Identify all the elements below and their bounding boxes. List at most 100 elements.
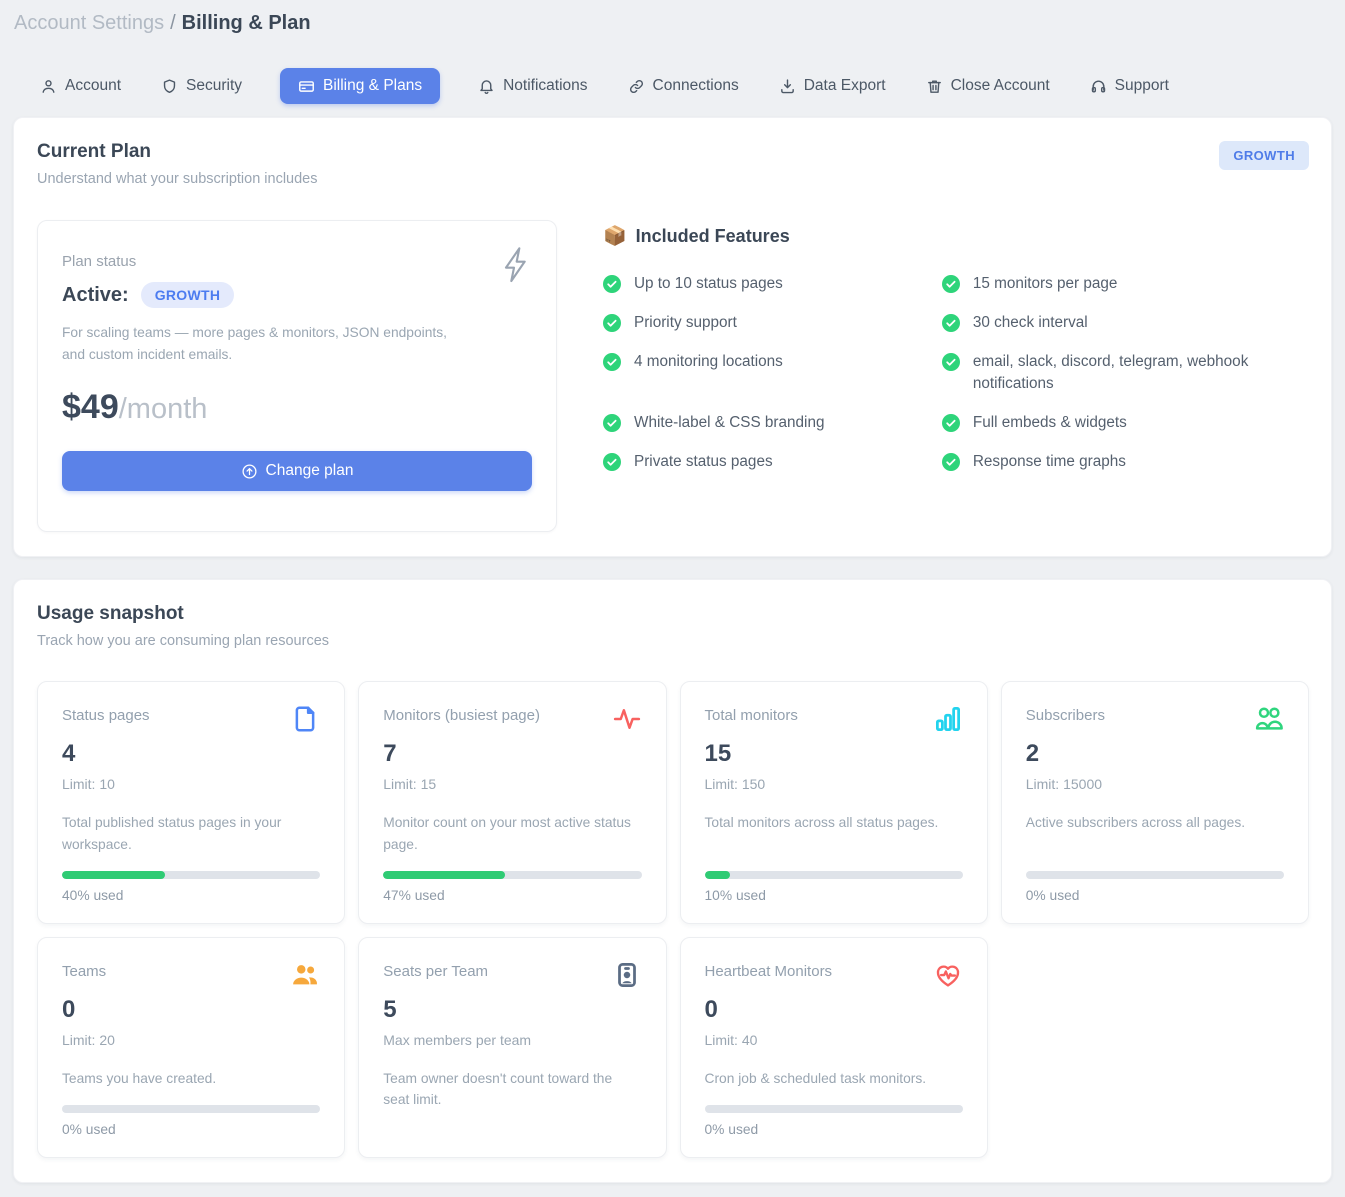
usage-value: 15 <box>705 740 963 768</box>
usage-limit: Limit: 15 <box>383 776 641 792</box>
usage-progress: 10% used <box>705 855 963 903</box>
usage-progress: 0% used <box>705 1089 963 1137</box>
change-plan-label: Change plan <box>266 462 354 480</box>
usage-value: 0 <box>62 996 320 1024</box>
lightning-icon <box>500 245 532 290</box>
feature-label: Full embeds & widgets <box>973 412 1127 434</box>
feature-item: Priority support <box>603 312 942 334</box>
progress-track <box>62 871 320 879</box>
usage-description: Total monitors across all status pages. <box>705 812 963 833</box>
feature-label: 30 check interval <box>973 312 1088 334</box>
check-circle-icon <box>942 314 960 332</box>
check-circle-icon <box>942 353 960 371</box>
feature-item: Response time graphs <box>942 451 1309 473</box>
feature-item: Full embeds & widgets <box>942 412 1309 434</box>
progress-track <box>705 871 963 879</box>
headset-icon <box>1090 78 1107 95</box>
progress-track <box>1026 871 1284 879</box>
usage-percent: 10% used <box>705 888 963 903</box>
current-plan-section: Current Plan Understand what your subscr… <box>13 117 1332 557</box>
feature-item: 30 check interval <box>942 312 1309 334</box>
check-circle-icon <box>603 353 621 371</box>
tab-support[interactable]: Support <box>1088 68 1171 104</box>
usage-card-teams: Teams 0 Limit: 20 Teams you have created… <box>37 937 345 1158</box>
users-filled-icon <box>290 960 320 990</box>
usage-progress: 47% used <box>383 855 641 903</box>
usage-card-status-pages: Status pages 4 Limit: 10 Total published… <box>37 681 345 924</box>
usage-label: Monitors (busiest page) <box>383 704 540 726</box>
usage-limit: Max members per team <box>383 1032 641 1048</box>
usage-progress: 0% used <box>62 1089 320 1137</box>
tab-account[interactable]: Account <box>38 68 123 104</box>
plan-status-value: Active: <box>62 284 129 307</box>
feature-item: 4 monitoring locations <box>603 351 942 395</box>
file-icon <box>290 704 320 734</box>
plan-price: $49/month <box>62 388 532 427</box>
usage-label: Seats per Team <box>383 960 488 982</box>
feature-label: Private status pages <box>634 451 773 473</box>
usage-percent: 0% used <box>62 1122 320 1137</box>
usage-limit: Limit: 40 <box>705 1032 963 1048</box>
usage-limit: Limit: 10 <box>62 776 320 792</box>
usage-description: Active subscribers across all pages. <box>1026 812 1284 833</box>
feature-item: 15 monitors per page <box>942 273 1309 295</box>
price-amount: $49 <box>62 388 119 426</box>
breadcrumb-section[interactable]: Account Settings <box>14 12 164 34</box>
users-icon <box>1254 704 1284 734</box>
billing-page: Account Settings/Billing & Plan Account … <box>0 0 1345 1197</box>
usage-limit: Limit: 20 <box>62 1032 320 1048</box>
usage-value: 5 <box>383 996 641 1024</box>
usage-grid: Status pages 4 Limit: 10 Total published… <box>37 681 1309 1158</box>
usage-label: Subscribers <box>1026 704 1105 726</box>
progress-fill <box>383 871 504 879</box>
user-icon <box>40 78 57 95</box>
usage-title: Usage snapshot <box>37 603 329 625</box>
tab-close-account[interactable]: Close Account <box>924 68 1052 104</box>
current-plan-subtitle: Understand what your subscription includ… <box>37 171 317 187</box>
breadcrumb-separator: / <box>170 12 176 34</box>
heart-pulse-icon <box>933 960 963 990</box>
arrow-up-circle-icon <box>241 463 258 480</box>
tab-label: Account <box>65 77 121 95</box>
usage-percent: 47% used <box>383 888 641 903</box>
tab-label: Data Export <box>804 77 886 95</box>
tab-label: Connections <box>653 77 739 95</box>
bell-icon <box>478 78 495 95</box>
usage-label: Total monitors <box>705 704 798 726</box>
usage-progress: 40% used <box>62 855 320 903</box>
progress-track <box>62 1105 320 1113</box>
usage-subtitle: Track how you are consuming plan resourc… <box>37 633 329 649</box>
usage-percent: 0% used <box>1026 888 1284 903</box>
plan-status-badge: GROWTH <box>141 282 235 308</box>
check-circle-icon <box>603 314 621 332</box>
tab-notifications[interactable]: Notifications <box>476 68 589 104</box>
feature-item: Private status pages <box>603 451 942 473</box>
usage-description: Total published status pages in your wor… <box>62 812 320 855</box>
usage-card-subscribers: Subscribers 2 Limit: 15000 Active subscr… <box>1001 681 1309 924</box>
plan-description: For scaling teams — more pages & monitor… <box>62 322 472 366</box>
usage-grid-empty-cell <box>1001 937 1309 1158</box>
check-circle-icon <box>603 275 621 293</box>
usage-card-heartbeat-monitors: Heartbeat Monitors 0 Limit: 40 Cron job … <box>680 937 988 1158</box>
usage-value: 7 <box>383 740 641 768</box>
feature-label: Priority support <box>634 312 737 334</box>
tab-connections[interactable]: Connections <box>626 68 741 104</box>
tab-security[interactable]: Security <box>159 68 244 104</box>
feature-item: email, slack, discord, telegram, webhook… <box>942 351 1309 395</box>
trash-icon <box>926 78 943 95</box>
feature-label: Up to 10 status pages <box>634 273 783 295</box>
feature-label: email, slack, discord, telegram, webhook… <box>973 351 1279 395</box>
usage-value: 2 <box>1026 740 1284 768</box>
usage-card-seats-per-team: Seats per Team 5 Max members per team Te… <box>358 937 666 1158</box>
progress-track <box>705 1105 963 1113</box>
shield-icon <box>161 78 178 95</box>
plan-status-label: Plan status <box>62 253 532 270</box>
usage-description: Cron job & scheduled task monitors. <box>705 1068 963 1089</box>
current-plan-title: Current Plan <box>37 141 317 163</box>
tab-billing-plans[interactable]: Billing & Plans <box>280 68 440 104</box>
tab-data-export[interactable]: Data Export <box>777 68 888 104</box>
check-circle-icon <box>942 453 960 471</box>
change-plan-button[interactable]: Change plan <box>62 451 532 491</box>
features-title: Included Features <box>636 226 790 247</box>
tab-label: Billing & Plans <box>323 77 422 95</box>
